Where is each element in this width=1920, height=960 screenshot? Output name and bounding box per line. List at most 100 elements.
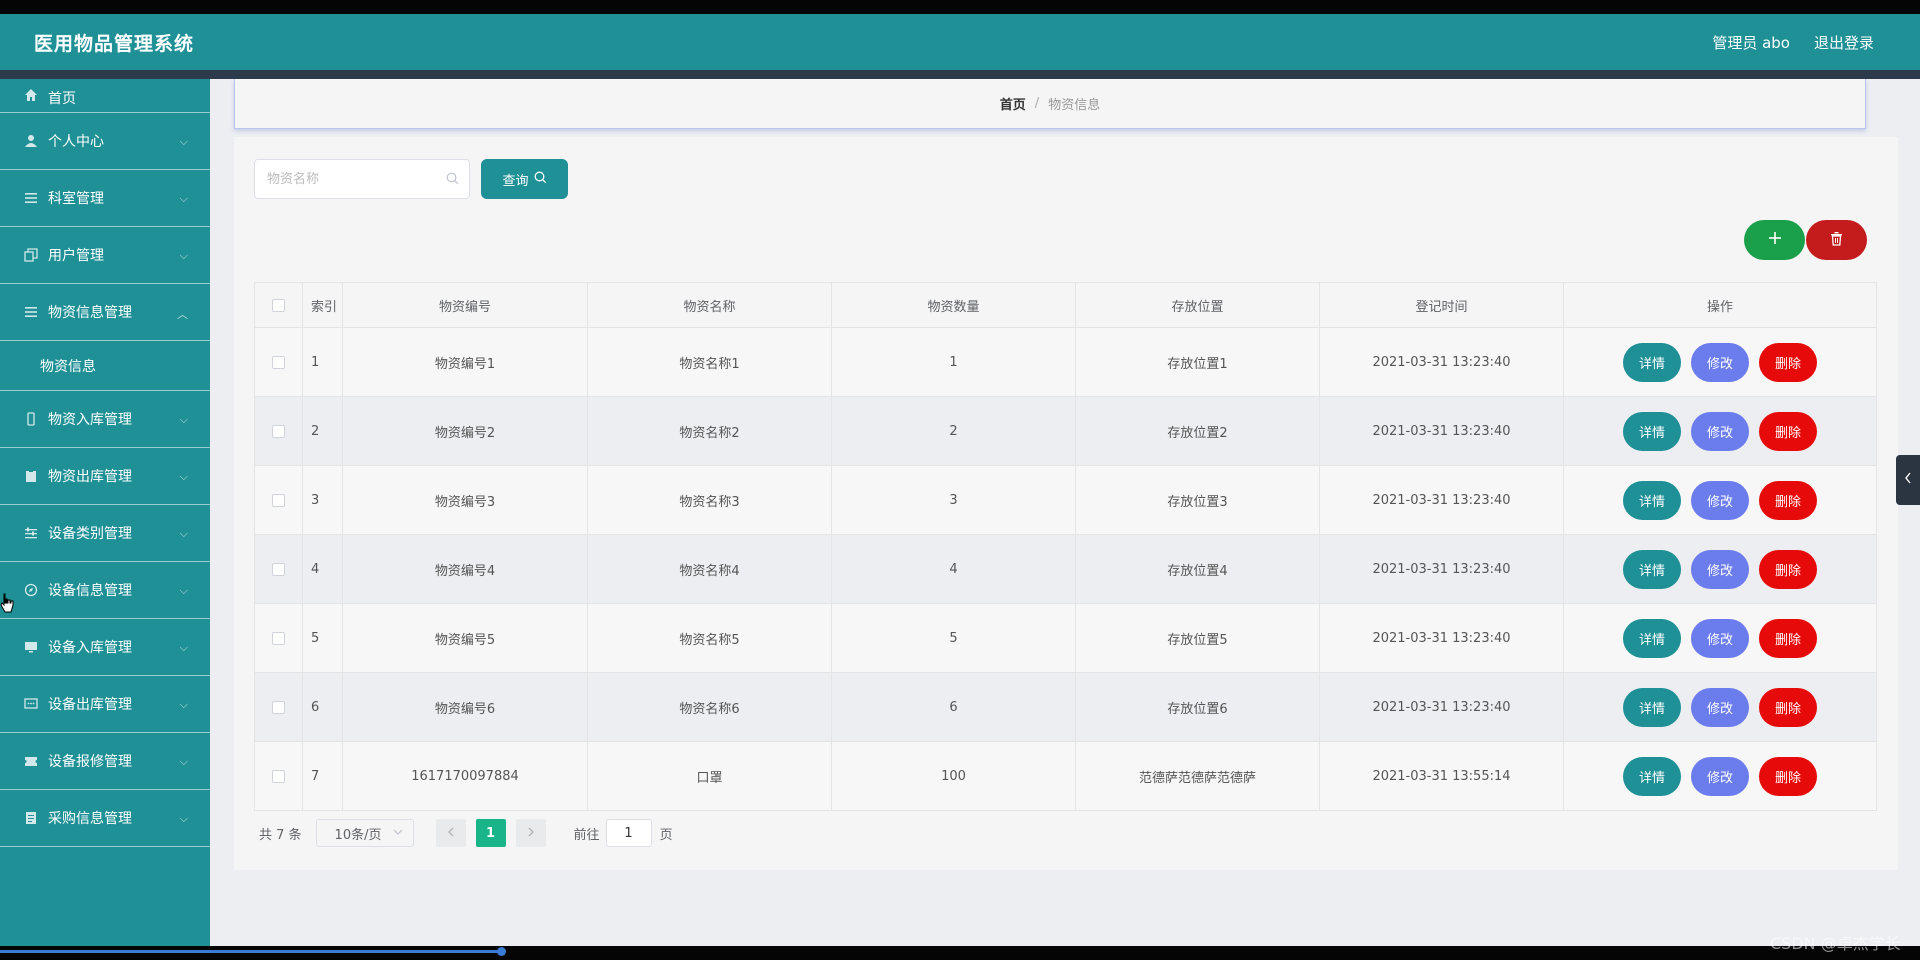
cell-time: 2021-03-31 13:23:40 <box>1319 465 1564 535</box>
delete-button[interactable]: 删除 <box>1759 687 1817 727</box>
cell-name: 口罩 <box>587 741 832 811</box>
chevron-down-icon: ⌵ <box>179 192 188 205</box>
row-checkbox-cell <box>254 672 303 742</box>
video-progress-bar[interactable] <box>0 950 500 953</box>
sidebar-item-device-repair[interactable]: 设备报修管理 ⌵ <box>0 733 210 790</box>
sidebar-item-personal-center[interactable]: 个人中心 ⌵ <box>0 113 210 170</box>
chevron-down-icon: ⌵ <box>179 755 188 768</box>
sidebar-item-device-out[interactable]: 设备出库管理 ⌵ <box>0 676 210 733</box>
batch-delete-button[interactable] <box>1806 220 1867 260</box>
row-checkbox[interactable] <box>272 631 285 645</box>
cell-quantity: 100 <box>831 741 1076 811</box>
table-row: 3 物资编号3 物资名称3 3 存放位置3 2021-03-31 13:23:4… <box>254 465 1877 535</box>
edit-button[interactable]: 修改 <box>1691 480 1749 520</box>
right-panel-toggle[interactable] <box>1896 455 1920 505</box>
table-row: 5 物资编号5 物资名称5 5 存放位置5 2021-03-31 13:23:4… <box>254 603 1877 673</box>
cell-quantity: 6 <box>831 672 1076 742</box>
detail-button[interactable]: 详情 <box>1623 618 1681 658</box>
detail-button[interactable]: 详情 <box>1623 549 1681 589</box>
sidebar-item-label: 个人中心 <box>48 134 104 150</box>
cell-code: 物资编号1 <box>342 327 588 397</box>
compass-icon <box>24 583 38 597</box>
row-checkbox[interactable] <box>272 700 285 714</box>
edit-button[interactable]: 修改 <box>1691 342 1749 382</box>
chevron-down-icon: ⌵ <box>179 584 188 597</box>
cell-index: 2 <box>302 396 343 466</box>
cell-actions: 详情 修改 删除 <box>1563 741 1877 811</box>
next-page-button[interactable] <box>515 819 546 847</box>
cell-location: 存放位置2 <box>1075 396 1320 466</box>
sidebar-item-material-out[interactable]: 物资出库管理 ⌵ <box>0 448 210 505</box>
breadcrumb-home[interactable]: 首页 <box>1000 94 1026 113</box>
row-checkbox[interactable] <box>272 424 285 438</box>
sidebar-item-device-info[interactable]: 设备信息管理 ⌵ <box>0 562 210 619</box>
detail-button[interactable]: 详情 <box>1623 411 1681 451</box>
sidebar-item-department[interactable]: 科室管理 ⌵ <box>0 170 210 227</box>
prev-page-button[interactable] <box>435 819 466 847</box>
sidebar-item-users[interactable]: 用户管理 ⌵ <box>0 227 210 284</box>
page-size-select[interactable]: 10条/页 <box>315 819 414 847</box>
sidebar-item-label: 科室管理 <box>48 191 104 207</box>
edit-button[interactable]: 修改 <box>1691 618 1749 658</box>
delete-button[interactable]: 删除 <box>1759 342 1817 382</box>
column-header-location: 存放位置 <box>1075 282 1320 328</box>
delete-button[interactable]: 删除 <box>1759 549 1817 589</box>
sidebar-item-device-in[interactable]: 设备入库管理 ⌵ <box>0 619 210 676</box>
plus-icon <box>1767 230 1783 250</box>
cell-name: 物资名称6 <box>587 672 832 742</box>
user-label[interactable]: 管理员 abo <box>1712 32 1790 53</box>
cell-actions: 详情 修改 删除 <box>1563 603 1877 673</box>
cell-time: 2021-03-31 13:23:40 <box>1319 534 1564 604</box>
cell-name: 物资名称2 <box>587 396 832 466</box>
edit-button[interactable]: 修改 <box>1691 756 1749 796</box>
row-checkbox[interactable] <box>272 493 285 507</box>
sidebar-item-label: 采购信息管理 <box>48 811 132 827</box>
delete-button[interactable]: 删除 <box>1759 411 1817 451</box>
cell-actions: 详情 修改 删除 <box>1563 672 1877 742</box>
column-header-name: 物资名称 <box>587 282 832 328</box>
row-checkbox[interactable] <box>272 355 285 369</box>
select-all-cell <box>254 282 303 328</box>
detail-button[interactable]: 详情 <box>1623 480 1681 520</box>
pagination-total: 共 7 条 <box>259 827 302 843</box>
detail-button[interactable]: 详情 <box>1623 687 1681 727</box>
cell-code: 物资编号3 <box>342 465 588 535</box>
row-checkbox[interactable] <box>272 769 285 783</box>
mobile-icon <box>24 412 38 426</box>
sidebar-subitem-material-info[interactable]: 物资信息 <box>0 341 210 391</box>
sidebar-item-purchase[interactable]: 采购信息管理 ⌵ <box>0 790 210 847</box>
edit-button[interactable]: 修改 <box>1691 411 1749 451</box>
goto-page-input[interactable]: 1 <box>605 819 652 847</box>
delete-button[interactable]: 删除 <box>1759 480 1817 520</box>
query-button-label: 查询 <box>502 173 529 189</box>
sidebar-item-material-in[interactable]: 物资入库管理 ⌵ <box>0 391 210 448</box>
edit-button[interactable]: 修改 <box>1691 549 1749 589</box>
video-progress-handle[interactable] <box>497 947 506 956</box>
row-checkbox[interactable] <box>272 562 285 576</box>
sidebar-item-home[interactable]: 首页 <box>0 79 210 113</box>
detail-button[interactable]: 详情 <box>1623 756 1681 796</box>
detail-button[interactable]: 详情 <box>1623 342 1681 382</box>
logout-link[interactable]: 退出登录 <box>1814 32 1874 53</box>
sidebar-item-device-category[interactable]: 设备类别管理 ⌵ <box>0 505 210 562</box>
cell-name: 物资名称4 <box>587 534 832 604</box>
cell-location: 存放位置5 <box>1075 603 1320 673</box>
query-button[interactable]: 查询 <box>481 159 568 199</box>
user-area: 管理员 abo 退出登录 <box>1712 32 1874 53</box>
search-input[interactable] <box>267 171 437 187</box>
column-header-actions: 操作 <box>1563 282 1877 328</box>
chevron-left-icon <box>1904 472 1912 488</box>
chevron-down-icon: ⌵ <box>179 470 188 483</box>
add-button[interactable] <box>1744 220 1805 260</box>
edit-button[interactable]: 修改 <box>1691 687 1749 727</box>
delete-button[interactable]: 删除 <box>1759 618 1817 658</box>
table-row: 6 物资编号6 物资名称6 6 存放位置6 2021-03-31 13:23:4… <box>254 672 1877 742</box>
sidebar-item-label: 设备出库管理 <box>48 697 132 713</box>
goto-suffix: 页 <box>659 827 673 843</box>
delete-button[interactable]: 删除 <box>1759 756 1817 796</box>
sidebar-item-material-info[interactable]: 物资信息管理 ︿ <box>0 284 210 341</box>
select-all-checkbox[interactable] <box>272 298 285 312</box>
page-number-current[interactable]: 1 <box>475 819 506 847</box>
main-content: 首页 / 物资信息 查询 <box>210 79 1920 946</box>
search-icon <box>534 171 547 188</box>
